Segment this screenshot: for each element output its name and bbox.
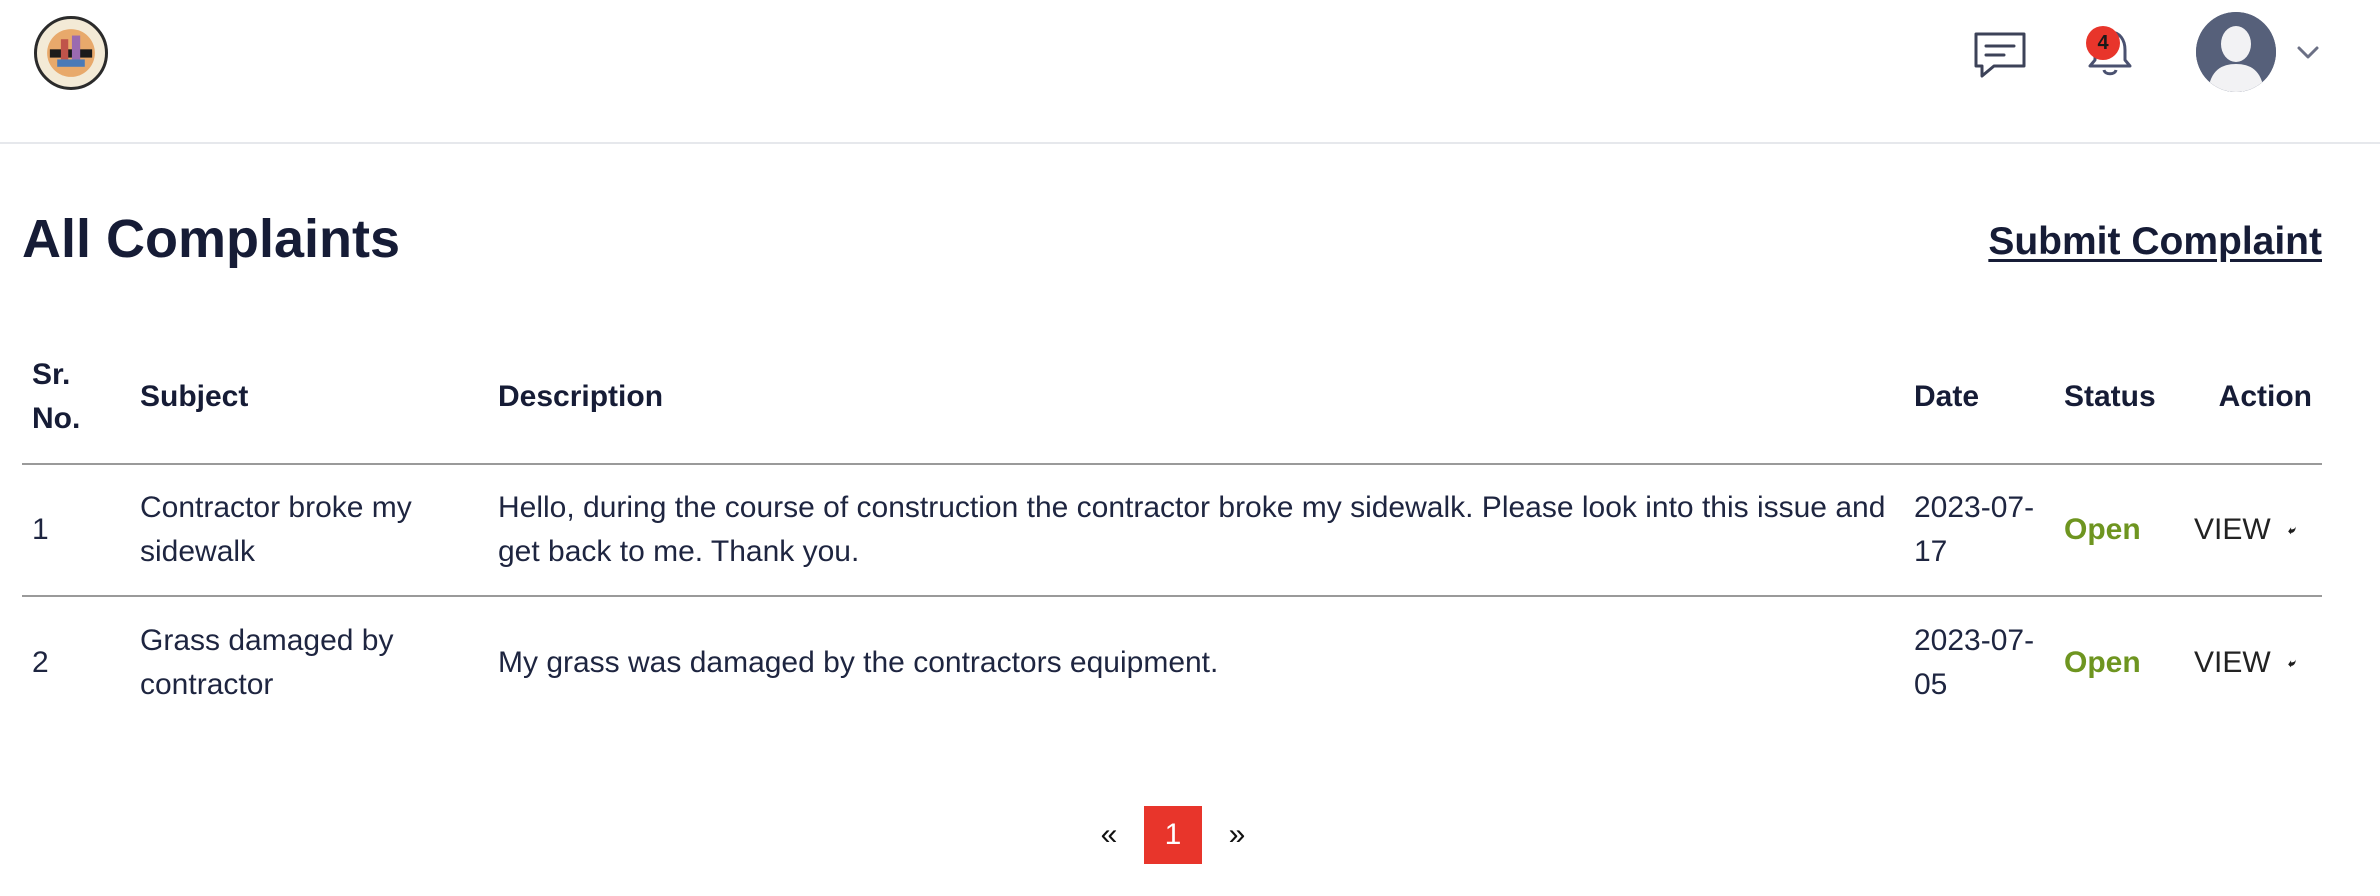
cell-description: My grass was damaged by the contractors … [498,645,1219,679]
messages-button[interactable] [1972,30,2028,80]
status-badge: Open [2064,645,2141,679]
column-header-status: Status [2064,379,2156,413]
cell-action: VIEW [2184,464,2322,596]
town-logo[interactable] [34,16,108,90]
pagination: « 1 » [1074,806,1272,864]
notifications-button[interactable]: 4 [2082,24,2142,82]
page-title: All Complaints [22,209,401,269]
complaints-table: Sr. No. Subject Description Date Status … [22,332,2322,728]
column-header-action: Action [2218,379,2312,413]
reply-arrow-icon [2287,659,2296,667]
cell-subject: Contractor broke my sidewalk [140,491,412,568]
view-button[interactable]: VIEW [2194,508,2312,552]
pagination-page-button[interactable]: 1 [1144,806,1202,864]
top-navigation-bar: 4 [0,0,2380,144]
column-header-subject: Subject [140,379,249,413]
column-header-description: Description [498,379,664,413]
chevron-down-icon [2297,46,2319,59]
cell-sr-no: 2 [32,645,49,679]
cell-date: 2023-07-05 [1914,623,2035,701]
account-menu-toggle[interactable] [2294,38,2322,66]
status-badge: Open [2064,513,2141,546]
cell-date: 2023-07-17 [1914,491,2035,568]
user-avatar[interactable] [2196,12,2276,92]
cell-sr-no: 1 [32,513,49,546]
view-label: VIEW [2194,645,2271,679]
reply-arrow-icon [2287,526,2296,535]
submit-complaint-link[interactable]: Submit Complaint [1988,214,2322,270]
table-row: 2 Grass damaged by contractor My grass w… [22,596,2322,728]
cell-action: VIEW [2184,596,2322,728]
table-header-row: Sr. No. Subject Description Date Status … [22,332,2322,464]
table-row: 1 Contractor broke my sidewalk Hello, du… [22,464,2322,596]
column-header-sr-no: Sr. No. [32,357,81,435]
pagination-prev-button[interactable]: « [1074,806,1144,864]
view-button[interactable]: VIEW [2194,641,2312,685]
notification-count-badge: 4 [2086,26,2120,60]
chat-icon [1974,32,2026,78]
view-label: VIEW [2194,513,2271,546]
cell-description: Hello, during the course of construction… [498,491,1886,568]
town-seal-icon [38,20,104,86]
pagination-next-button[interactable]: » [1202,806,1272,864]
avatar-icon [2196,12,2276,92]
cell-subject: Grass damaged by contractor [140,623,394,701]
column-header-date: Date [1914,379,1980,413]
